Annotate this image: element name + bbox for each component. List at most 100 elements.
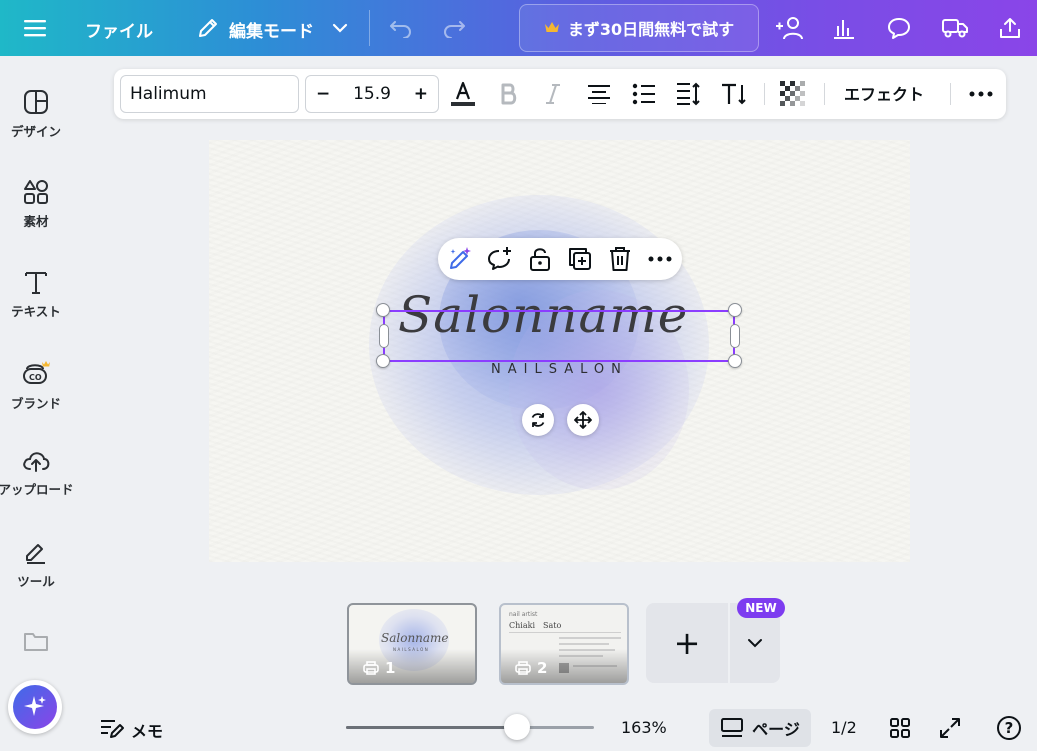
sidebar-item-design[interactable]: デザイン <box>0 89 72 140</box>
resize-handle-left[interactable] <box>379 324 389 348</box>
resize-handle-right[interactable] <box>730 324 740 348</box>
hamburger-icon[interactable] <box>17 10 53 46</box>
magic-assistant-button[interactable] <box>8 680 62 734</box>
page-thumbnail-2[interactable]: nail artist Chiaki Sato 2 <box>499 603 629 685</box>
page-number-label: 1 <box>363 659 395 677</box>
resize-handle-bottom-left[interactable] <box>376 354 390 368</box>
zoom-slider-handle[interactable] <box>504 714 531 740</box>
printer-icon <box>515 661 531 675</box>
pen-tool-icon <box>26 544 45 564</box>
more-options-icon[interactable] <box>966 79 996 109</box>
insights-chart-icon[interactable] <box>826 10 862 46</box>
brand-co-icon: CO <box>23 361 50 384</box>
edit-mode-dropdown[interactable]: 編集モード <box>229 17 314 42</box>
transparency-icon[interactable] <box>778 79 808 109</box>
font-size-input[interactable]: 15.9 <box>353 84 391 104</box>
add-comment-icon[interactable] <box>485 244 515 274</box>
plus-icon: + <box>673 624 701 662</box>
file-menu[interactable]: ファイル <box>85 17 153 42</box>
chevron-down-icon <box>748 639 762 648</box>
zoom-level[interactable]: 163% <box>621 718 667 737</box>
new-badge: NEW <box>737 598 785 618</box>
toolbar-divider <box>369 10 370 46</box>
italic-icon[interactable] <box>538 79 568 109</box>
sidebar-item-text[interactable]: テキスト <box>0 269 72 320</box>
font-family-dropdown[interactable]: Halimum <box>120 75 299 113</box>
toolbar-divider <box>764 83 765 105</box>
bold-icon[interactable] <box>494 79 524 109</box>
notes-icon[interactable] <box>97 714 127 744</box>
sidebar-item-label: テキスト <box>11 304 61 319</box>
sidebar-item-label: アップロード <box>0 482 74 497</box>
duplicate-icon[interactable] <box>565 244 595 274</box>
folder-icon <box>24 633 48 651</box>
align-center-icon[interactable] <box>584 79 614 109</box>
undo-icon[interactable] <box>383 10 419 46</box>
page-number-label: 2 <box>515 659 547 677</box>
thumb2-divider <box>509 632 621 633</box>
thumb2-header: nail artist <box>509 611 538 618</box>
sidebar-item-elements[interactable]: 素材 <box>0 179 72 230</box>
notes-button[interactable]: メモ <box>131 718 163 742</box>
page-number: 1 <box>385 659 396 677</box>
effects-button[interactable]: エフェクト <box>844 81 924 105</box>
line-spacing-icon[interactable] <box>674 79 704 109</box>
text-t-icon <box>25 272 47 294</box>
grid-view-icon[interactable] <box>885 713 915 743</box>
text-toolbar: Halimum − 15.9 + エフェクト <box>114 69 1006 119</box>
page-number: 2 <box>537 659 548 677</box>
sidebar-item-label: 素材 <box>23 214 49 229</box>
add-page-button[interactable]: + <box>646 603 728 683</box>
sidebar-item-label: ブランド <box>10 396 61 411</box>
pages-view-button[interactable]: ページ <box>709 709 811 747</box>
resize-handle-top-left[interactable] <box>376 303 390 317</box>
design-panel-icon <box>24 90 48 114</box>
magic-edit-icon[interactable] <box>445 244 475 274</box>
zoom-slider-fill <box>346 726 518 729</box>
sidebar-item-tools[interactable]: ツール <box>0 539 72 590</box>
sidebar-item-brand[interactable]: CO ブランド <box>0 359 72 412</box>
sidebar-item-projects[interactable] <box>0 629 72 653</box>
font-size-decrease-button[interactable]: − <box>316 84 330 104</box>
svg-text:CO: CO <box>29 373 42 382</box>
crown-icon <box>544 19 560 38</box>
help-button[interactable]: ? <box>994 713 1024 743</box>
text-size-vertical-icon[interactable] <box>719 79 749 109</box>
sidebar-item-label: ツール <box>17 574 55 589</box>
redo-icon[interactable] <box>436 10 472 46</box>
resize-handle-bottom-right[interactable] <box>728 354 742 368</box>
zoom-slider[interactable] <box>346 726 594 729</box>
chevron-down-icon[interactable] <box>322 10 358 46</box>
page-thumbnail-1[interactable]: Salonname NAILSALON 1 <box>347 603 477 685</box>
page-count: 1/2 <box>831 718 857 737</box>
comment-icon[interactable] <box>881 10 917 46</box>
move-button[interactable] <box>567 404 599 436</box>
thumb2-line <box>559 637 621 639</box>
top-bar: ファイル 編集モード まず30日間無料で試す <box>0 0 1037 56</box>
printer-icon <box>363 661 379 675</box>
share-people-icon[interactable] <box>772 10 808 46</box>
sparkle-icon <box>24 696 46 716</box>
move-arrows-icon <box>574 411 592 429</box>
more-options-icon[interactable] <box>645 244 675 274</box>
trash-icon[interactable] <box>605 244 635 274</box>
pages-view-label: ページ <box>752 720 800 739</box>
resize-handle-top-right[interactable] <box>728 303 742 317</box>
rotate-button[interactable] <box>522 404 554 436</box>
upload-export-icon[interactable] <box>992 10 1028 46</box>
element-toolbar <box>438 238 682 280</box>
truck-icon[interactable] <box>937 10 973 46</box>
lock-icon[interactable] <box>525 244 555 274</box>
help-icon: ? <box>1004 719 1014 737</box>
font-size-increase-button[interactable]: + <box>414 84 428 104</box>
fullscreen-icon[interactable] <box>935 713 965 743</box>
nail-salon-subtitle[interactable]: NAILSALON <box>491 362 628 377</box>
text-color-icon[interactable] <box>448 79 478 109</box>
free-trial-button[interactable]: まず30日間無料で試す <box>519 4 759 52</box>
selection-box <box>383 310 735 362</box>
rotate-icon <box>531 413 545 427</box>
bullet-list-icon[interactable] <box>629 79 659 109</box>
pencil-icon[interactable] <box>190 10 226 46</box>
sidebar-item-upload[interactable]: アップロード <box>0 449 74 498</box>
free-trial-label: まず30日間無料で試す <box>567 20 735 39</box>
